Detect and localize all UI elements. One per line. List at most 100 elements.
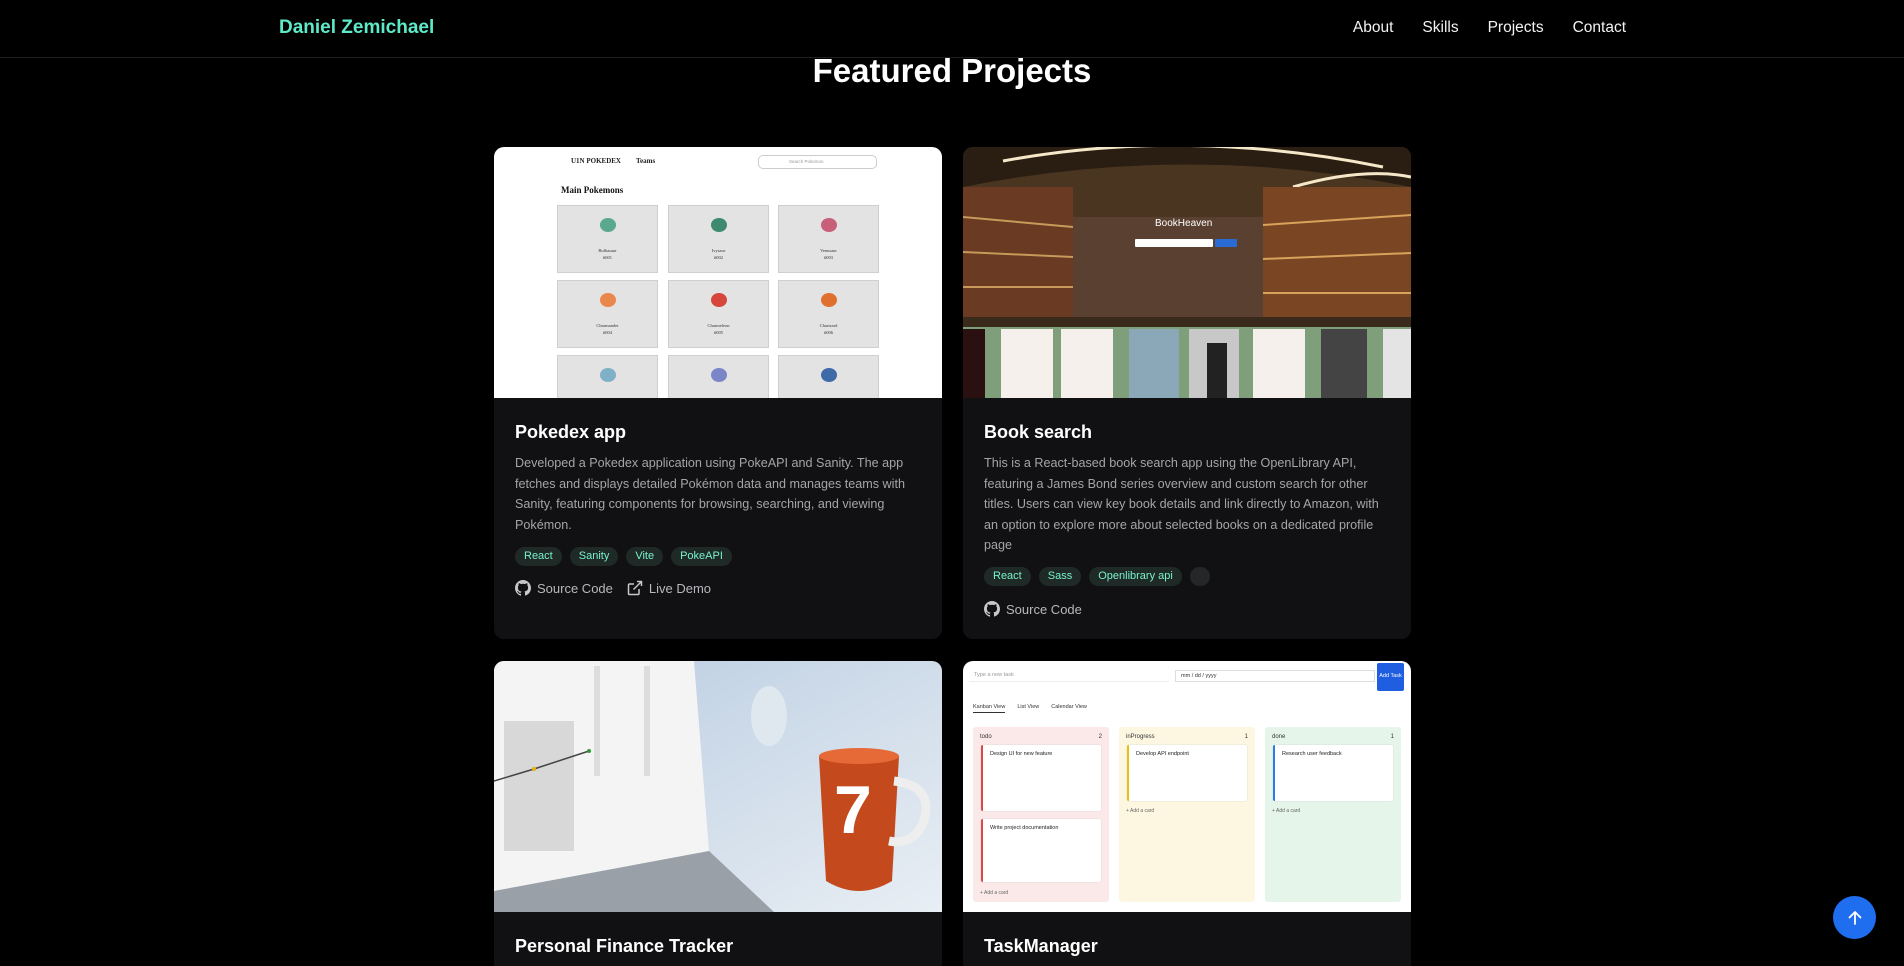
library-image xyxy=(963,147,1411,398)
project-links: Source Code xyxy=(984,601,1082,617)
link-label: Source Code xyxy=(1006,601,1082,617)
preview-card: Research user feedback xyxy=(1273,745,1393,801)
tag: Sanity xyxy=(569,547,619,566)
preview-pokemon-cell xyxy=(557,355,658,398)
column-count: 1 xyxy=(1390,734,1394,740)
preview-pokemon-cell: Ivysaur #002 xyxy=(668,205,769,273)
pokemon-name: Charizard xyxy=(819,323,838,328)
preview-card: Design UI for new feature xyxy=(981,745,1101,811)
pokemon-number: #001 xyxy=(603,255,612,260)
external-link-icon xyxy=(627,580,643,596)
card-title: Develop API endpoint xyxy=(1136,751,1189,757)
add-card-link: + Add a card xyxy=(980,890,1009,896)
preview-logo: U1N POKEDEX xyxy=(571,157,621,165)
preview-pokemon-cell xyxy=(778,355,879,398)
column-name: inProgress xyxy=(1126,734,1155,740)
project-title: Book search xyxy=(984,422,1093,442)
preview-add-task-button: Add Task xyxy=(1377,663,1404,691)
preview-pokemon-cell: Charizard #006 xyxy=(778,280,879,348)
tag: Vite xyxy=(626,547,664,566)
project-title: Pokedex app xyxy=(515,422,627,442)
nav-skills[interactable]: Skills xyxy=(1422,19,1458,37)
preview-pokemon-cell: Charmeleon #005 xyxy=(668,280,769,348)
tag: Openlibrary api xyxy=(1089,567,1182,586)
preview-teams-link: Teams xyxy=(636,157,656,165)
pokemon-number: #003 xyxy=(824,255,833,260)
pokemon-name: Bulbasaur xyxy=(598,248,617,253)
pokemon-name: Venusaur xyxy=(820,248,837,253)
tag-list: React Sass Openlibrary api xyxy=(984,567,1210,586)
project-screenshot: BookHeaven xyxy=(963,147,1411,398)
project-screenshot: 7 xyxy=(494,661,942,912)
project-screenshot: Type a new task mm / dd / yyyy Add Task … xyxy=(963,661,1411,912)
live-demo-link[interactable]: Live Demo xyxy=(627,580,711,596)
tag: React xyxy=(515,547,562,566)
nav-menu: About Skills Projects Contact xyxy=(1353,19,1626,37)
nav-contact[interactable]: Contact xyxy=(1573,19,1626,37)
scroll-to-top-button[interactable] xyxy=(1833,896,1876,939)
preview-heading: Main Pokemons xyxy=(561,185,624,195)
preview-pokemon-cell xyxy=(668,355,769,398)
pokemon-name: Ivysaur xyxy=(711,248,726,253)
project-card-pokedex: U1N POKEDEX Teams Search Pokemon Main Po… xyxy=(494,147,942,639)
project-description: Developed a Pokedex application using Po… xyxy=(515,456,905,532)
preview-pokemon-cell: Bulbasaur #001 xyxy=(557,205,658,273)
github-icon xyxy=(515,580,531,596)
project-card-taskmanager: Type a new task mm / dd / yyyy Add Task … xyxy=(963,661,1411,966)
project-card-book-search: BookHeaven Book search This is a React-b… xyxy=(963,147,1411,639)
tag: Sass xyxy=(1038,567,1082,586)
tag: React xyxy=(984,567,1031,586)
pokemon-number: #005 xyxy=(714,330,723,335)
add-card-link: + Add a card xyxy=(1272,808,1301,814)
mug-number: 7 xyxy=(834,772,872,848)
preview-column-inprogress: inProgress 1 Develop API endpoint + Add … xyxy=(1119,727,1255,902)
card-title: Research user feedback xyxy=(1282,751,1342,757)
preview-task-input: Type a new task xyxy=(969,670,1169,682)
project-card-finance-tracker: 7 Personal Finance Tracker xyxy=(494,661,942,966)
preview-column-done: done 1 Research user feedback + Add a ca… xyxy=(1265,727,1401,902)
project-title: Personal Finance Tracker xyxy=(515,936,734,956)
preview-card: Write project documentation xyxy=(981,819,1101,882)
pokemon-name: Charmeleon xyxy=(707,323,730,328)
tag-empty xyxy=(1189,567,1210,586)
column-name: todo xyxy=(980,734,992,740)
laptop-mug-image xyxy=(494,661,942,912)
preview-pokemon-cell: Venusaur #003 xyxy=(778,205,879,273)
link-label: Live Demo xyxy=(648,580,712,596)
source-code-link[interactable]: Source Code xyxy=(984,601,1082,617)
project-description: This is a React-based book search app us… xyxy=(984,456,1379,552)
add-card-link: + Add a card xyxy=(1126,808,1155,814)
pokemon-number: #004 xyxy=(603,330,612,335)
link-label: Source Code xyxy=(537,580,613,596)
preview-tab-kanban: Kanban View xyxy=(973,704,1006,713)
project-links: Source Code Live Demo xyxy=(515,580,711,596)
preview-tab-list: List View xyxy=(1017,704,1040,710)
column-count: 1 xyxy=(1244,734,1248,740)
column-count: 2 xyxy=(1098,734,1102,740)
project-title: TaskManager xyxy=(984,936,1098,956)
preview-search-input xyxy=(1135,239,1213,247)
preview-card: Develop API endpoint xyxy=(1127,745,1247,801)
column-name: done xyxy=(1272,734,1286,740)
pokemon-number: #006 xyxy=(824,330,833,335)
preview-column-todo: todo 2 Design UI for new feature Write p… xyxy=(973,727,1109,902)
project-screenshot: U1N POKEDEX Teams Search Pokemon Main Po… xyxy=(494,147,942,398)
preview-pokemon-cell: Charmander #004 xyxy=(557,280,658,348)
card-title: Design UI for new feature xyxy=(990,751,1053,757)
arrow-up-icon xyxy=(1848,910,1861,925)
preview-view-tabs: Kanban View List View Calendar View xyxy=(973,704,1087,713)
preview-date-input: mm / dd / yyyy xyxy=(1175,670,1375,682)
preview-site-title: BookHeaven xyxy=(1155,218,1213,229)
source-code-link[interactable]: Source Code xyxy=(515,580,613,596)
preview-search-button xyxy=(1215,239,1237,247)
pokemon-name: Charmander xyxy=(596,323,619,328)
tag-list: React Sanity Vite PokeAPI xyxy=(515,547,732,566)
preview-search: Search Pokemon xyxy=(758,155,877,169)
preview-tab-calendar: Calendar View xyxy=(1051,704,1087,710)
github-icon xyxy=(984,601,1000,617)
nav-projects[interactable]: Projects xyxy=(1488,19,1544,37)
nav-about[interactable]: About xyxy=(1353,19,1394,37)
card-title: Write project documentation xyxy=(990,825,1059,831)
brand-logo[interactable]: Daniel Zemichael xyxy=(279,17,434,39)
tag: PokeAPI xyxy=(671,547,732,566)
